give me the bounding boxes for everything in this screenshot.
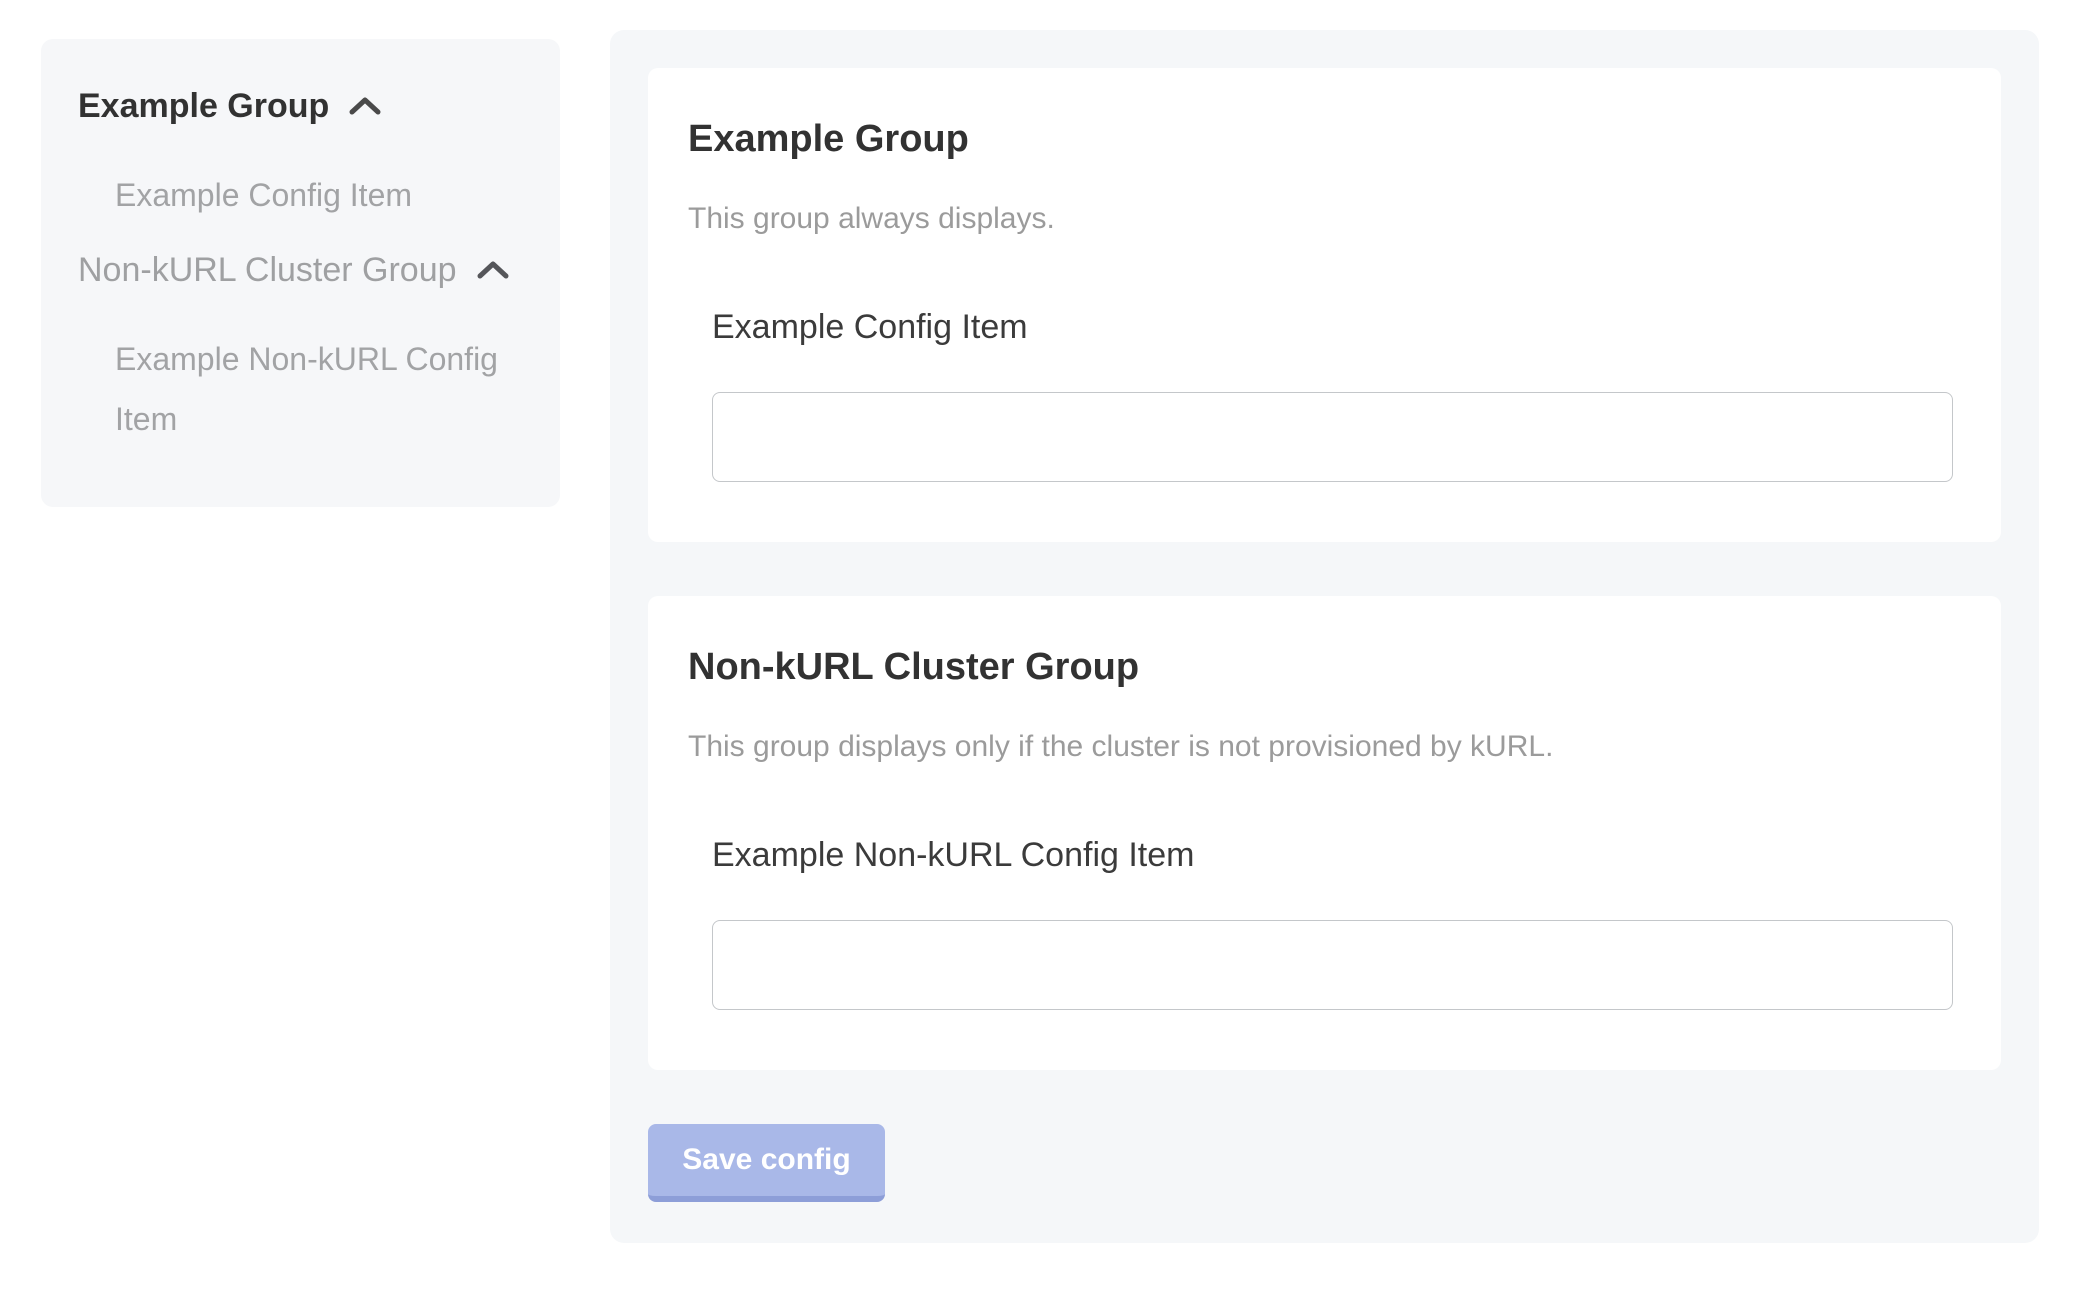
sidebar-group-label: Example Group bbox=[78, 83, 329, 129]
sidebar-group-label: Non-kURL Cluster Group bbox=[78, 247, 457, 293]
config-group-card-example-group: Example Group This group always displays… bbox=[648, 68, 2001, 542]
config-item-label: Example Non-kURL Config Item bbox=[712, 832, 1953, 878]
config-group-card-non-kurl-cluster-group: Non-kURL Cluster Group This group displa… bbox=[648, 596, 2001, 1070]
config-nav-sidebar: Example Group Example Config Item Non-kU… bbox=[41, 39, 560, 507]
example-non-kurl-config-item-input[interactable] bbox=[712, 920, 1953, 1010]
example-config-item-input[interactable] bbox=[712, 392, 1953, 482]
chevron-up-icon bbox=[347, 95, 383, 117]
config-item: Example Non-kURL Config Item bbox=[712, 832, 1953, 1010]
config-item-label: Example Config Item bbox=[712, 304, 1953, 350]
group-title: Non-kURL Cluster Group bbox=[688, 644, 1953, 690]
config-main-panel: Example Group This group always displays… bbox=[610, 30, 2039, 1243]
group-title: Example Group bbox=[688, 116, 1953, 162]
save-config-button[interactable]: Save config bbox=[648, 1124, 885, 1202]
sidebar-group-non-kurl-cluster-group[interactable]: Non-kURL Cluster Group bbox=[78, 247, 524, 293]
sidebar-item-example-config-item[interactable]: Example Config Item bbox=[115, 165, 515, 225]
chevron-up-icon bbox=[475, 259, 511, 281]
group-description: This group displays only if the cluster … bbox=[688, 726, 1953, 768]
sidebar-item-example-non-kurl-config-item[interactable]: Example Non-kURL Config Item bbox=[115, 329, 515, 449]
group-description: This group always displays. bbox=[688, 198, 1953, 240]
config-item: Example Config Item bbox=[712, 304, 1953, 482]
sidebar-group-example-group[interactable]: Example Group bbox=[78, 83, 524, 129]
